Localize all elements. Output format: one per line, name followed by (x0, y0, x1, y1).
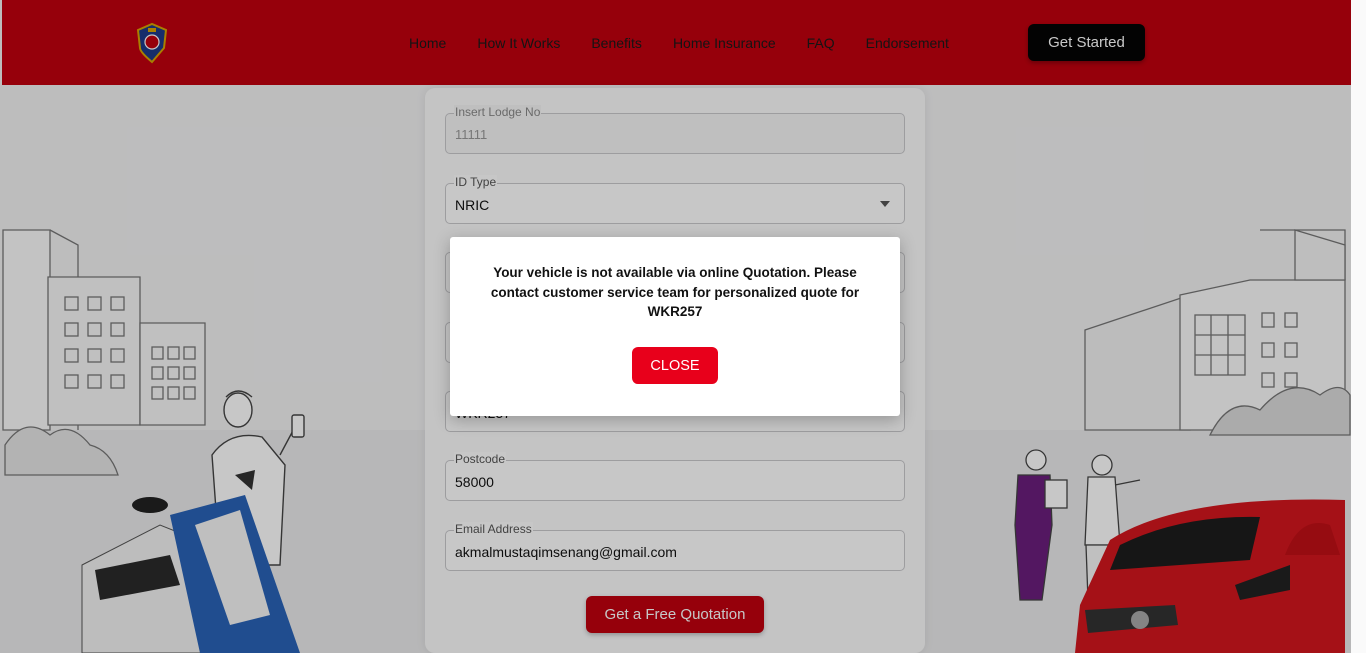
modal-message: Your vehicle is not available via online… (490, 265, 860, 319)
alert-modal: Your vehicle is not available via online… (450, 237, 900, 416)
scrollbar[interactable] (1351, 0, 1366, 653)
close-button[interactable]: CLOSE (632, 347, 718, 384)
